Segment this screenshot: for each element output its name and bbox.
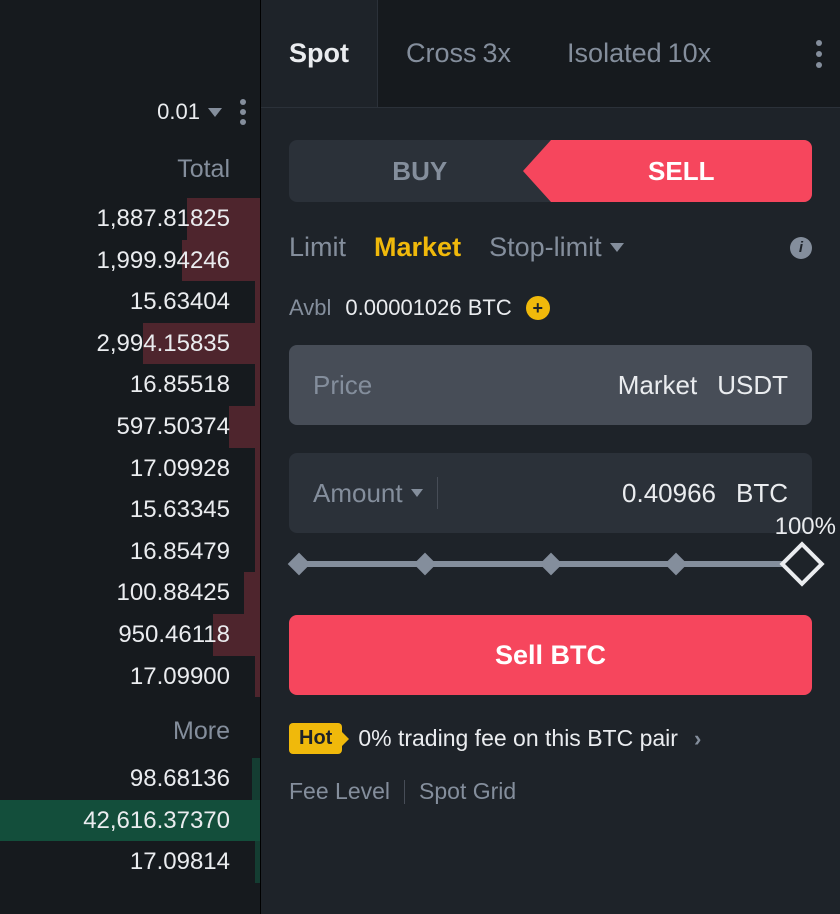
slider-tick-50[interactable] (539, 553, 562, 576)
order-type-market[interactable]: Market (374, 232, 461, 263)
chevron-right-icon: › (694, 726, 701, 752)
slider-tick-0[interactable] (288, 553, 311, 576)
orderbook-ask-row[interactable]: 15.63404 (0, 281, 260, 323)
caret-down-icon (411, 489, 423, 497)
tabs-more-icon[interactable] (816, 40, 822, 68)
slider-percent-label: 100% (775, 513, 836, 541)
orderbook-step-selector[interactable]: 0.01 (157, 99, 222, 125)
amount-input[interactable] (438, 478, 716, 509)
slider-handle[interactable] (779, 541, 824, 586)
tab-spot[interactable]: Spot (261, 0, 378, 107)
caret-down-icon (208, 108, 222, 117)
orderbook-ask-row[interactable]: 17.09928 (0, 448, 260, 490)
sell-label: SELL (648, 156, 714, 187)
orderbook-ask-row[interactable]: 16.85479 (0, 531, 260, 573)
sell-side-button[interactable]: SELL (551, 140, 813, 202)
orderbook-ask-row[interactable]: 1,887.81825 (0, 198, 260, 240)
orderbook-total-header: Total (0, 155, 260, 184)
orderbook-step-value: 0.01 (157, 99, 200, 125)
tab-isolated[interactable]: Isolated 10x (539, 0, 739, 107)
orderbook-panel: 0.01 Total 1,887.818251,999.9424615.6340… (0, 0, 260, 914)
buy-side-button[interactable]: BUY (289, 140, 551, 202)
amount-unit: BTC (736, 478, 788, 509)
trade-panel: Spot Cross 3x Isolated 10x BUY SELL (260, 0, 840, 914)
orderbook-ask-row[interactable]: 15.63345 (0, 489, 260, 531)
hot-badge: Hot (289, 723, 342, 754)
percent-slider[interactable]: 100% (289, 561, 812, 567)
available-balance: Avbl 0.00001026 BTC + (289, 295, 812, 321)
orderbook-asks: 1,887.818251,999.9424615.634042,994.1583… (0, 198, 260, 697)
orderbook-ask-row[interactable]: 17.09900 (0, 656, 260, 698)
order-type-stop-limit[interactable]: Stop-limit (489, 232, 624, 263)
orderbook-bids: 98.6813642,616.3737017.09814 (0, 758, 260, 883)
orderbook-bid-row[interactable]: 17.09814 (0, 841, 260, 883)
footer-links: Fee Level Spot Grid (289, 778, 812, 805)
orderbook-ask-row[interactable]: 950.46118 (0, 614, 260, 656)
price-field: Price Market USDT (289, 345, 812, 425)
slider-tick-25[interactable] (413, 553, 436, 576)
fee-level-link[interactable]: Fee Level (289, 778, 390, 805)
avbl-value: 0.00001026 BTC (345, 295, 511, 321)
orderbook-ask-row[interactable]: 100.88425 (0, 572, 260, 614)
amount-label[interactable]: Amount (313, 478, 423, 509)
info-icon[interactable]: i (790, 237, 812, 259)
sell-submit-button[interactable]: Sell BTC (289, 615, 812, 695)
promo-banner[interactable]: Hot 0% trading fee on this BTC pair › (289, 723, 812, 754)
tab-spot-label: Spot (289, 38, 349, 69)
orderbook-more-link[interactable]: More (0, 697, 260, 758)
margin-tabs: Spot Cross 3x Isolated 10x (261, 0, 840, 108)
tab-isolated-mult: 10x (668, 38, 712, 69)
orderbook-bid-row[interactable]: 98.68136 (0, 758, 260, 800)
caret-down-icon (610, 243, 624, 252)
tab-cross[interactable]: Cross 3x (378, 0, 539, 107)
divider (404, 780, 405, 804)
price-value: Market (372, 370, 697, 401)
order-type-limit[interactable]: Limit (289, 232, 346, 263)
tab-cross-mult: 3x (483, 38, 512, 69)
slider-tick-75[interactable] (665, 553, 688, 576)
tab-cross-label: Cross (406, 38, 477, 69)
promo-text: 0% trading fee on this BTC pair (358, 725, 678, 752)
orderbook-ask-row[interactable]: 1,999.94246 (0, 240, 260, 282)
orderbook-ask-row[interactable]: 16.85518 (0, 364, 260, 406)
orderbook-bid-row[interactable]: 42,616.37370 (0, 800, 260, 842)
add-funds-icon[interactable]: + (526, 296, 550, 320)
buy-label: BUY (392, 156, 447, 187)
price-label: Price (313, 370, 372, 401)
orderbook-ask-row[interactable]: 2,994.15835 (0, 323, 260, 365)
avbl-label: Avbl (289, 295, 331, 321)
amount-field[interactable]: Amount BTC (289, 453, 812, 533)
spot-grid-link[interactable]: Spot Grid (419, 778, 516, 805)
orderbook-menu-icon[interactable] (236, 95, 250, 129)
buy-sell-toggle: BUY SELL (289, 140, 812, 202)
order-type-tabs: Limit Market Stop-limit i (289, 232, 812, 263)
orderbook-ask-row[interactable]: 597.50374 (0, 406, 260, 448)
tab-isolated-label: Isolated (567, 38, 662, 69)
price-unit: USDT (717, 370, 788, 401)
